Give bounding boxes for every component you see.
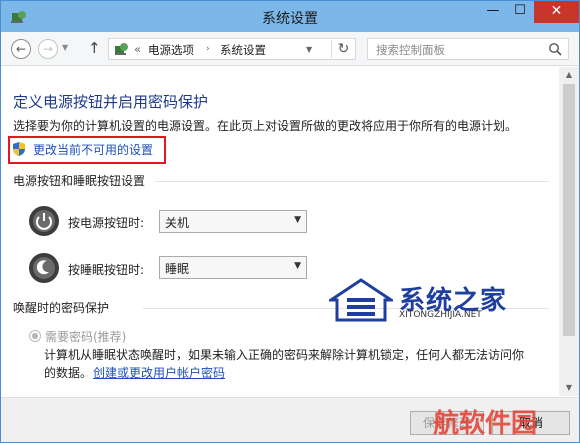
power-button-icon	[29, 206, 59, 236]
search-placeholder: 搜索控制面板	[376, 43, 445, 57]
scroll-up-arrow-icon[interactable]: ▲	[559, 67, 579, 83]
sleep-button-label: 按睡眠按钮时:	[68, 263, 145, 277]
back-button[interactable]: ←	[11, 39, 31, 59]
divider	[155, 181, 549, 182]
navigation-bar: ← → ▼ ↑ « 电源选项 › 系统设置 ▼ ↻ 搜索控制面板	[1, 32, 579, 66]
window: 系统设置 — ☐ ✕ ← → ▼ ↑ « 电源选项 › 系统设置 ▼ ↻ 搜索控…	[0, 0, 580, 443]
vertical-scrollbar[interactable]: ▲ ▼	[559, 67, 579, 396]
change-password-link[interactable]: 创建或更改用户帐户密码	[93, 364, 225, 381]
change-unavailable-settings-link[interactable]: 更改当前不可用的设置	[33, 141, 153, 158]
address-bar[interactable]: « 电源选项 › 系统设置 ▼ ↻	[108, 38, 356, 60]
power-button-action-value: 关机	[165, 216, 190, 230]
breadcrumb-overflow[interactable]: «	[134, 42, 141, 56]
section-heading-buttons: 电源按钮和睡眠按钮设置	[13, 174, 146, 188]
chevron-down-icon: ▼	[294, 215, 301, 225]
control-panel-icon	[115, 43, 128, 55]
minimize-button[interactable]: —	[480, 1, 506, 23]
sleep-button-action-value: 睡眠	[165, 262, 190, 276]
refresh-icon[interactable]: ↻	[331, 40, 355, 58]
breadcrumb-system-settings[interactable]: 系统设置	[220, 42, 266, 58]
watermark-url: XITONGZHIJIA.NET	[399, 310, 482, 320]
up-arrow-icon[interactable]: ↑	[88, 39, 101, 57]
password-description-cont: 的数据。	[44, 366, 93, 380]
require-password-radio[interactable]	[29, 330, 41, 342]
titlebar: 系统设置 — ☐ ✕	[1, 1, 579, 32]
search-icon[interactable]	[548, 42, 562, 56]
sleep-button-icon	[29, 253, 59, 283]
chevron-down-icon[interactable]: ▼	[306, 45, 312, 54]
chevron-down-icon: ▼	[294, 261, 301, 271]
breadcrumb-separator[interactable]: ›	[206, 44, 210, 54]
page-title: 定义电源按钮并启用密码保护	[13, 93, 209, 111]
power-button-action-select[interactable]: 关机 ▼	[159, 210, 307, 233]
maximize-button[interactable]: ☐	[507, 1, 533, 23]
forward-button[interactable]: →	[38, 39, 58, 59]
uac-shield-icon	[13, 142, 25, 156]
sleep-button-action-select[interactable]: 睡眠 ▼	[159, 256, 307, 279]
watermark-bottom: 航软件园	[433, 409, 538, 439]
password-description: 计算机从睡眠状态唤醒时，如果未输入正确的密码来解除计算机锁定，任何人都无法访问你	[44, 348, 525, 362]
power-button-label: 按电源按钮时:	[68, 216, 145, 230]
breadcrumb-power-options[interactable]: 电源选项	[148, 42, 194, 58]
recent-locations-icon[interactable]: ▼	[62, 43, 68, 52]
close-button[interactable]: ✕	[534, 1, 579, 23]
watermark: 系统之家 XITONGZHIJIA.NET	[321, 276, 571, 326]
search-input[interactable]: 搜索控制面板	[367, 38, 569, 60]
scroll-down-arrow-icon[interactable]: ▼	[559, 380, 579, 396]
page-description: 选择要为你的计算机设置的电源设置。在此页上对设置所做的更改将应用于你所有的电源计…	[13, 119, 518, 133]
section-heading-password: 唤醒时的密码保护	[13, 301, 110, 315]
require-password-label: 需要密码(推荐)	[45, 330, 127, 344]
watermark-logo-icon	[329, 278, 393, 322]
